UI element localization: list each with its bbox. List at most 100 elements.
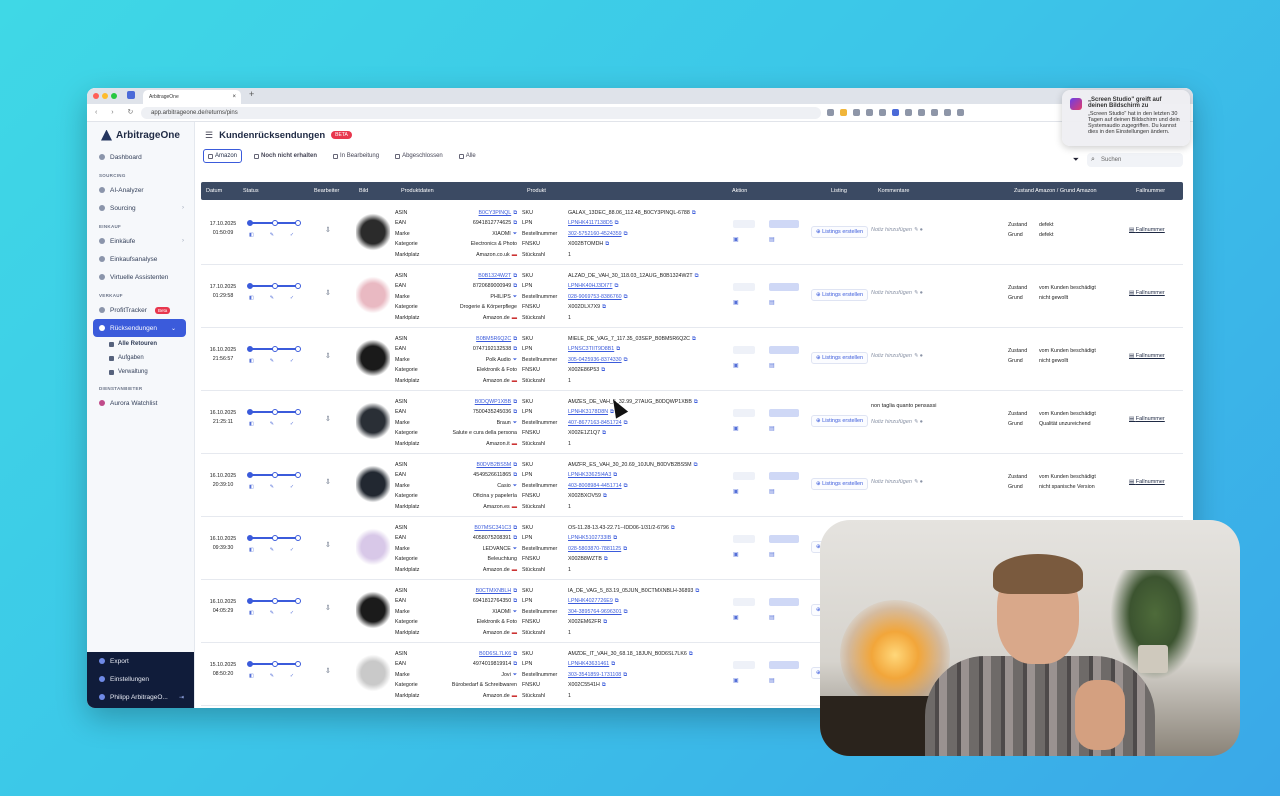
- action-toggle-group[interactable]: [769, 535, 799, 543]
- asin-value[interactable]: B0BM5R6Q2C: [476, 336, 511, 342]
- table-row[interactable]: 16.10.2025 21:56:57 ◧✎✓ ⇩ ASIN B0BM5R6Q2C ⧉ EAN…: [201, 328, 1183, 391]
- action-image-icon[interactable]: ▣: [733, 551, 755, 558]
- filter-icon[interactable]: ⏷: [513, 546, 517, 552]
- action-document-icon[interactable]: ▤: [769, 677, 791, 684]
- add-note-button[interactable]: Notiz hinzufügen ✎ ●: [871, 479, 923, 485]
- copy-icon[interactable]: ⧉: [613, 472, 617, 478]
- copy-icon[interactable]: ⧉: [603, 493, 607, 499]
- sidebar-item-einkaufsanalyse[interactable]: Einkaufsanalyse: [87, 250, 194, 268]
- status-step[interactable]: [272, 283, 278, 289]
- asin-link[interactable]: B0D6SL7LK6 ⧉: [479, 651, 517, 658]
- action-approve-button[interactable]: [733, 598, 755, 606]
- table-row[interactable]: 17.10.2025 01:29:58 ◧✎✓ ⇩ ASIN B0B1324W2T ⧉ EAN…: [201, 265, 1183, 328]
- case-number-link[interactable]: ▤ Fallnummer: [1129, 416, 1165, 422]
- maximize-window-icon[interactable]: [111, 93, 117, 99]
- copy-icon[interactable]: ⧉: [624, 357, 628, 363]
- filter-icon[interactable]: ⏷: [513, 294, 517, 300]
- action-document-icon[interactable]: ▤: [769, 551, 791, 558]
- copy-icon[interactable]: ⧉: [623, 672, 627, 678]
- status-step[interactable]: [272, 661, 278, 667]
- copy-icon[interactable]: ⧉: [602, 304, 606, 310]
- copy-icon[interactable]: ⧉: [624, 609, 628, 615]
- create-listing-button[interactable]: ⊕ Listings erstellen: [811, 478, 869, 490]
- extension-icon[interactable]: [931, 109, 938, 116]
- copy-icon[interactable]: ⧉: [615, 220, 619, 226]
- minimize-window-icon[interactable]: [102, 93, 108, 99]
- nav-buttons[interactable]: ‹ › ↻: [95, 108, 139, 116]
- copy-icon[interactable]: ⧉: [513, 346, 517, 352]
- asin-link[interactable]: B0BM5R6Q2C ⧉: [476, 336, 517, 343]
- copy-icon[interactable]: ⧉: [513, 273, 517, 279]
- filter-alle[interactable]: Alle: [455, 149, 480, 163]
- status-step[interactable]: [295, 598, 301, 604]
- lpn-value[interactable]: LPNHK33625I4A3: [568, 472, 611, 478]
- col-datum[interactable]: Datum: [206, 188, 222, 194]
- lpn-value[interactable]: LPNHK4027726E9: [568, 598, 613, 604]
- browser-tab[interactable]: ArbitrageOne ×: [143, 90, 241, 104]
- action-document-icon[interactable]: ▤: [769, 488, 791, 495]
- action-image-icon[interactable]: ▣: [733, 677, 755, 684]
- asin-link[interactable]: B0CY3PINQL ⧉: [479, 210, 517, 217]
- action-toggle-group[interactable]: [769, 283, 799, 291]
- action-approve-button[interactable]: [733, 283, 755, 291]
- assignee-icon[interactable]: ⇩: [325, 415, 331, 423]
- action-toggle-group[interactable]: [769, 472, 799, 480]
- order-number-link[interactable]: 028-9069753-8386760: [568, 294, 622, 300]
- copy-icon[interactable]: ⧉: [602, 430, 606, 436]
- status-step[interactable]: [272, 220, 278, 226]
- table-row[interactable]: 16.10.2025 21:25:11 ◧✎✓ ⇩ ASIN B0DQWP1XBB ⧉ EAN…: [201, 391, 1183, 454]
- order-number-link[interactable]: 303-3541859-1731108: [568, 672, 621, 678]
- lpn-value[interactable]: LPNHK40HJ3DI7T: [568, 283, 612, 289]
- status-step[interactable]: [272, 346, 278, 352]
- close-window-icon[interactable]: [93, 93, 99, 99]
- copy-icon[interactable]: ⧉: [671, 525, 675, 531]
- order-number-link[interactable]: 305-0425936-8374330: [568, 357, 622, 363]
- sidebar-item-dashboard[interactable]: Dashboard: [87, 148, 194, 166]
- search-input[interactable]: Suchen: [1087, 153, 1183, 167]
- sidebar-subitem-aufgaben[interactable]: Aufgaben: [87, 351, 194, 365]
- assignee-icon[interactable]: ⇩: [325, 352, 331, 360]
- action-image-icon[interactable]: ▣: [733, 488, 755, 495]
- sidebar-item-einkaeufe[interactable]: Einkäufe ›: [87, 232, 194, 250]
- assignee-icon[interactable]: ⇩: [325, 541, 331, 549]
- asin-link[interactable]: B0DQWP1XBB ⧉: [475, 399, 517, 406]
- asin-value[interactable]: B0CTMXNBLH: [476, 588, 512, 594]
- filter-abgeschlossen[interactable]: Abgeschlossen: [391, 149, 447, 163]
- sidebar-subitem-verwaltung[interactable]: Verwaltung: [87, 365, 194, 379]
- assignee-icon[interactable]: ⇩: [325, 478, 331, 486]
- extension-icon[interactable]: [892, 109, 899, 116]
- status-step[interactable]: [272, 472, 278, 478]
- copy-icon[interactable]: ⧉: [513, 598, 517, 604]
- status-step[interactable]: [247, 535, 253, 541]
- create-listing-button[interactable]: ⊕ Listings erstellen: [811, 226, 869, 238]
- create-listing-button[interactable]: ⊕ Listings erstellen: [811, 352, 869, 364]
- status-slider[interactable]: [247, 472, 301, 478]
- lpn-value[interactable]: LPNHK4117138D5: [568, 220, 613, 226]
- sidebar-item-user[interactable]: Philipp ArbitrageO... ⇥: [87, 688, 194, 706]
- assignee-icon[interactable]: ⇩: [325, 667, 331, 675]
- bookmark-icon[interactable]: [827, 109, 834, 116]
- status-slider[interactable]: [247, 283, 301, 289]
- tab-group-icon[interactable]: [127, 91, 135, 99]
- filter-icon[interactable]: ⏷: [513, 609, 517, 615]
- filter-icon[interactable]: ⏷: [513, 672, 517, 678]
- copy-icon[interactable]: ⧉: [623, 546, 627, 552]
- sidebar-item-assistenten[interactable]: Virtuelle Assistenten: [87, 268, 194, 286]
- action-image-icon[interactable]: ▣: [733, 236, 755, 243]
- table-row[interactable]: 17.10.2025 01:50:09 ◧✎✓ ⇩ ASIN B0CY3PINQL ⧉ EAN…: [201, 202, 1183, 265]
- asin-value[interactable]: B07MSC341C3: [474, 525, 511, 531]
- filter-icon[interactable]: ⏷: [513, 357, 517, 363]
- action-document-icon[interactable]: ▤: [769, 299, 791, 306]
- lpn-value[interactable]: LPNHK3178D8N: [568, 409, 608, 415]
- action-toggle-group[interactable]: [769, 598, 799, 606]
- screen-recording-notification[interactable]: „Screen Studio" greift auf deinen Bildsc…: [1062, 90, 1190, 146]
- action-document-icon[interactable]: ▤: [769, 362, 791, 369]
- copy-icon[interactable]: ⧉: [624, 231, 628, 237]
- status-step[interactable]: [247, 409, 253, 415]
- sidebar-item-profittracker[interactable]: ProfitTracker Beta: [87, 301, 194, 319]
- sidebar-item-einstellungen[interactable]: Einstellungen: [87, 670, 194, 688]
- action-approve-button[interactable]: [733, 535, 755, 543]
- action-image-icon[interactable]: ▣: [733, 362, 755, 369]
- close-tab-icon[interactable]: ×: [232, 90, 236, 104]
- add-note-button[interactable]: Notiz hinzufügen ✎ ●: [871, 353, 923, 359]
